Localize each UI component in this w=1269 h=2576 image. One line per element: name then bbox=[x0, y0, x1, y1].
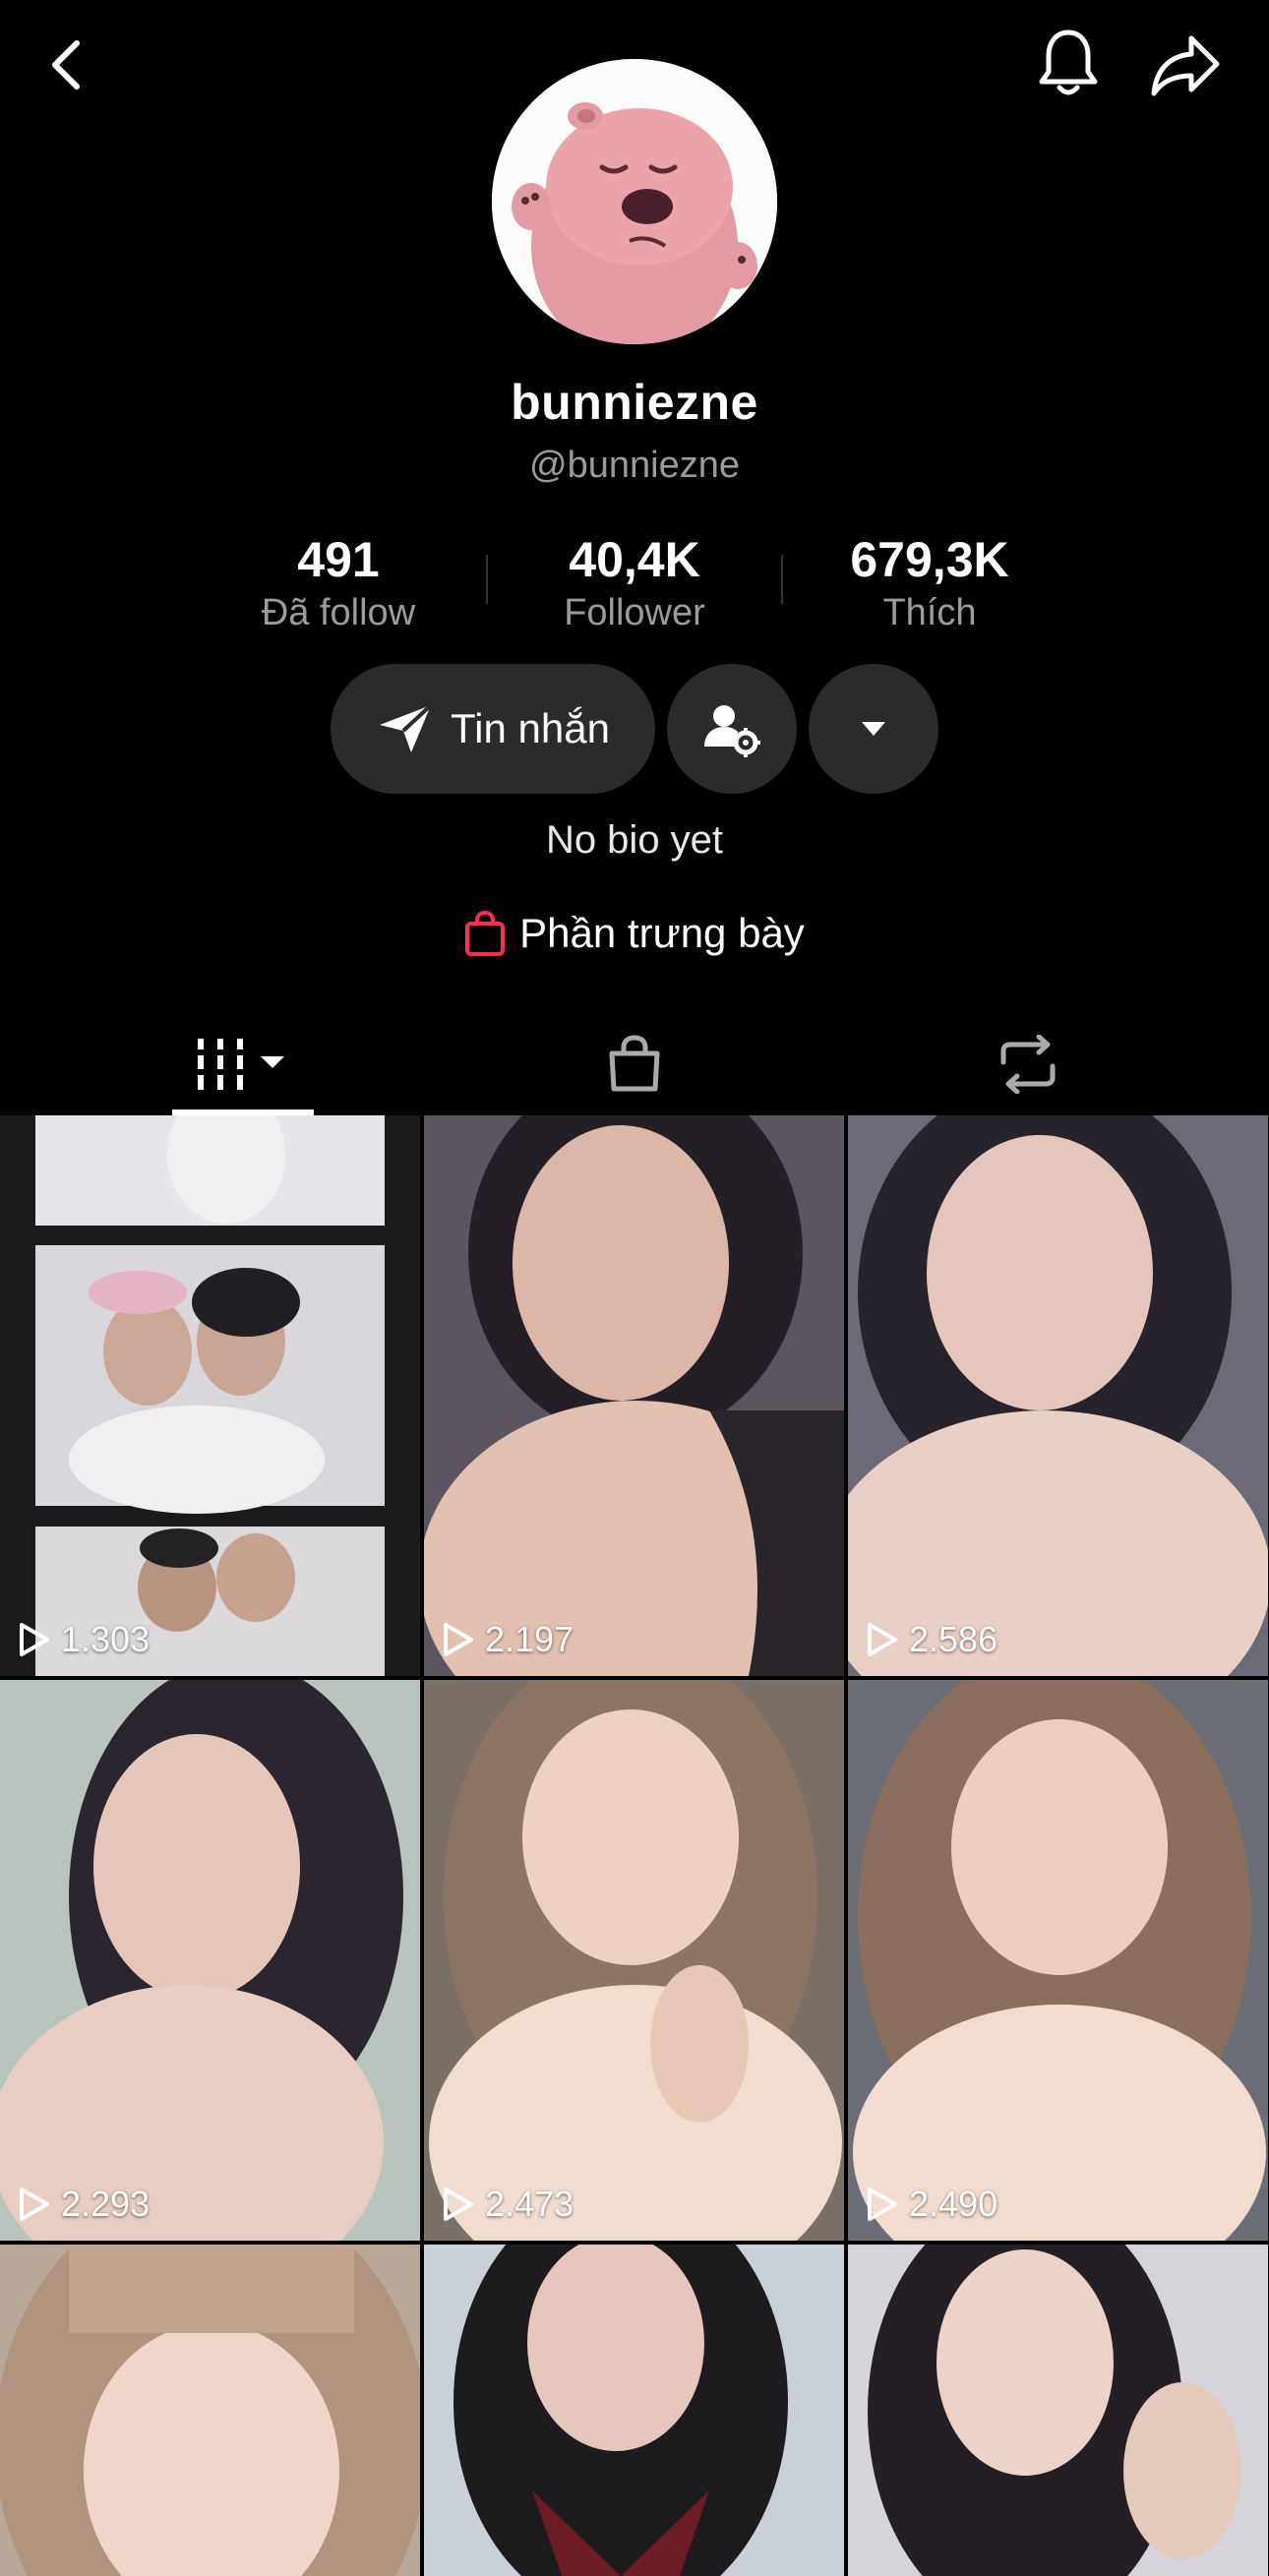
play-count: 1.303 bbox=[61, 1619, 151, 1659]
video-thumbnail[interactable] bbox=[0, 2245, 420, 2576]
more-options-button[interactable] bbox=[809, 664, 938, 794]
tab-videos[interactable] bbox=[172, 1013, 314, 1115]
profile-tabs bbox=[0, 1013, 1269, 1115]
tab-shop[interactable] bbox=[590, 1013, 679, 1115]
video-thumbnail[interactable]: 2.293 bbox=[0, 1680, 420, 2241]
play-count: 2.490 bbox=[909, 2184, 998, 2224]
followers-stat[interactable]: 40,4K Follower bbox=[487, 529, 782, 635]
chevron-left-icon bbox=[52, 40, 80, 90]
video-thumbnail[interactable]: 2.197 bbox=[424, 1115, 844, 1676]
play-count-overlay: 2.586 bbox=[866, 1619, 997, 1660]
profile-bio: No bio yet bbox=[545, 818, 724, 862]
tab-reposts[interactable] bbox=[984, 1013, 1072, 1115]
showcase-link[interactable]: Phần trưng bày bbox=[0, 910, 1269, 957]
followers-count: 40,4K bbox=[569, 532, 700, 587]
play-icon bbox=[444, 2187, 473, 2221]
likes-label: Thích bbox=[882, 592, 977, 633]
caret-down-icon bbox=[862, 722, 885, 736]
display-name: bunniezne bbox=[511, 375, 758, 430]
video-grid: 1.303 2.197 2.586 2.293 2.473 2.490 bbox=[0, 1115, 1269, 2576]
followers-label: Follower bbox=[564, 592, 705, 633]
video-thumbnail-image bbox=[848, 1680, 1268, 2241]
video-thumbnail-image bbox=[848, 2245, 1268, 2576]
message-button[interactable]: Tin nhắn bbox=[331, 664, 655, 794]
video-thumbnail[interactable]: 1.303 bbox=[0, 1115, 420, 1676]
username: @bunniezne bbox=[529, 445, 740, 486]
following-label: Đã follow bbox=[261, 592, 416, 633]
play-icon bbox=[868, 1623, 897, 1656]
play-icon bbox=[20, 1623, 49, 1656]
video-thumbnail-image bbox=[848, 1115, 1268, 1676]
play-icon bbox=[20, 2187, 49, 2221]
video-thumbnail[interactable]: 2.490 bbox=[848, 1680, 1268, 2241]
share-arrow-icon bbox=[1151, 35, 1220, 96]
play-icon bbox=[444, 1623, 473, 1656]
video-thumbnail-image bbox=[424, 2245, 844, 2576]
profile-page: bunniezne @bunniezne 491 Đã follow 40,4K… bbox=[0, 0, 1269, 2576]
photo-strip-thumbnail bbox=[0, 1115, 420, 1676]
play-count: 2.586 bbox=[909, 1619, 998, 1659]
back-button[interactable] bbox=[30, 28, 104, 102]
repost-icon bbox=[1000, 1035, 1056, 1094]
video-thumbnail[interactable]: 2.586 bbox=[848, 1115, 1268, 1676]
bell-icon bbox=[1039, 30, 1098, 95]
play-count-overlay: 2.293 bbox=[18, 2184, 150, 2225]
play-count-overlay: 1.303 bbox=[18, 1619, 150, 1660]
play-icon bbox=[868, 2187, 897, 2221]
video-thumbnail-image bbox=[0, 2245, 420, 2576]
likes-stat[interactable]: 679,3K Thích bbox=[782, 529, 1077, 635]
showcase-label: Phần trưng bày bbox=[519, 910, 805, 956]
video-thumbnail[interactable] bbox=[848, 2245, 1268, 2576]
video-thumbnail[interactable]: 2.473 bbox=[424, 1680, 844, 2241]
message-button-label: Tin nhắn bbox=[451, 705, 610, 751]
following-count: 491 bbox=[297, 532, 380, 587]
grid-icon bbox=[198, 1039, 284, 1090]
video-thumbnail[interactable] bbox=[424, 2245, 844, 2576]
play-count-overlay: 2.473 bbox=[442, 2184, 574, 2225]
play-count-overlay: 2.490 bbox=[866, 2184, 997, 2225]
video-thumbnail-image bbox=[0, 1680, 420, 2241]
play-count: 2.293 bbox=[61, 2184, 151, 2224]
send-icon bbox=[380, 703, 433, 752]
user-gear-icon bbox=[704, 705, 760, 757]
video-thumbnail-image bbox=[424, 1115, 844, 1676]
following-stat[interactable]: 491 Đã follow bbox=[191, 529, 486, 635]
likes-count: 679,3K bbox=[850, 532, 1009, 587]
play-count: 2.197 bbox=[485, 1619, 574, 1659]
avatar[interactable] bbox=[492, 59, 777, 344]
friend-settings-button[interactable] bbox=[667, 664, 797, 794]
action-buttons: Tin nhắn bbox=[0, 664, 1269, 794]
bag-icon bbox=[609, 1035, 660, 1092]
share-button[interactable] bbox=[1141, 26, 1230, 104]
video-thumbnail-image bbox=[424, 1680, 844, 2241]
notifications-button[interactable] bbox=[1029, 22, 1108, 106]
play-count-overlay: 2.197 bbox=[442, 1619, 574, 1660]
profile-stats: 491 Đã follow 40,4K Follower 679,3K Thíc… bbox=[0, 529, 1269, 637]
shopping-bag-icon bbox=[465, 910, 506, 956]
play-count: 2.473 bbox=[485, 2184, 574, 2224]
cartoon-beaver-avatar bbox=[492, 59, 777, 344]
